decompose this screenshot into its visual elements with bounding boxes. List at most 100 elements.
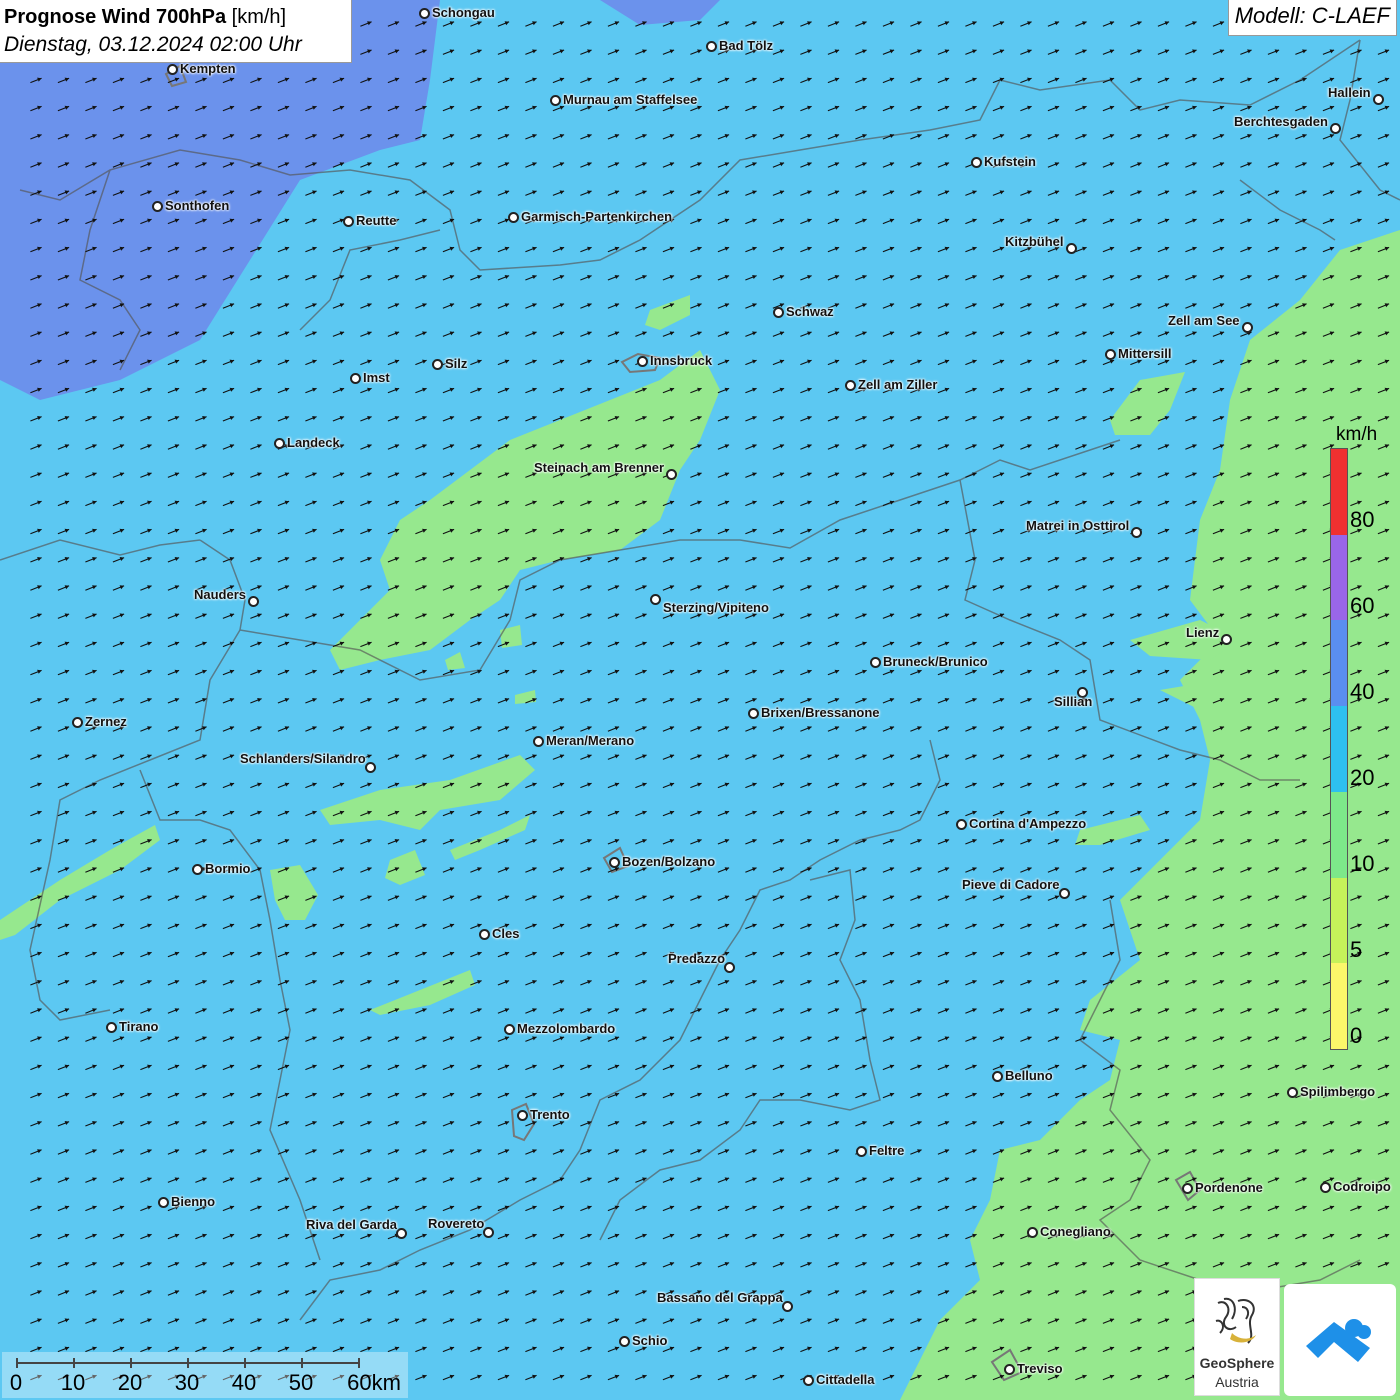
legend-tick-label: 10 <box>1350 851 1375 876</box>
city-label: Schlanders/Silandro <box>240 751 366 766</box>
scale-bar-label: 0 <box>9 1370 23 1395</box>
legend-tick-label: 0 <box>1350 1023 1363 1048</box>
city-dot <box>637 356 648 367</box>
legend-tick-label: 80 <box>1350 507 1375 532</box>
app-chevron-cloud-icon <box>1306 1319 1371 1362</box>
weather-app-logo[interactable] <box>1284 1284 1396 1396</box>
city-label: Sillian <box>1054 694 1093 709</box>
scale-bar-label: 30 <box>174 1370 200 1395</box>
scale-bar-label: 50 <box>288 1370 314 1395</box>
city-dot <box>106 1022 117 1033</box>
city-dot <box>1131 527 1142 538</box>
legend-tick-label: 60 <box>1350 593 1375 618</box>
city-dot <box>971 157 982 168</box>
city-dot <box>650 594 661 605</box>
city-dot <box>706 41 717 52</box>
city-dot <box>619 1336 630 1347</box>
city-dot <box>1221 634 1232 645</box>
legend-colorbar <box>1330 448 1348 1050</box>
city-label: Mittersill <box>1118 346 1172 361</box>
city-dot <box>158 1197 169 1208</box>
city-dot <box>724 962 735 973</box>
scale-bar-tick <box>187 1358 189 1368</box>
city-label: Steinach am Brenner <box>534 460 665 475</box>
legend-unit: km/h <box>1336 424 1378 445</box>
city-label: Sonthofen <box>165 198 230 213</box>
legend-segment <box>1331 449 1347 535</box>
forecast-title: Prognose Wind 700hPa [km/h] <box>4 3 347 31</box>
city-dot <box>550 95 561 106</box>
city-label: Cles <box>492 926 520 941</box>
city-label: Nauders <box>194 587 247 602</box>
city-label: Landeck <box>287 435 340 450</box>
city-dot <box>350 373 361 384</box>
city-label: Bienno <box>171 1194 216 1209</box>
scale-bar-tick <box>73 1358 75 1368</box>
city-label: Hallein <box>1328 85 1371 100</box>
forecast-datetime: Dienstag, 03.12.2024 02:00 Uhr <box>4 33 302 56</box>
city-label: Imst <box>363 370 390 385</box>
city-label: Mezzolombardo <box>517 1021 616 1036</box>
city-dot <box>504 1024 515 1035</box>
city-dot <box>533 736 544 747</box>
city-dot <box>274 438 285 449</box>
city-label: Lienz <box>1186 625 1220 640</box>
city-dot <box>956 819 967 830</box>
city-label: Zell am See <box>1168 313 1240 328</box>
city-dot <box>748 708 759 719</box>
city-dot <box>1059 888 1070 899</box>
city-dot <box>1105 349 1116 360</box>
city-dot <box>1287 1087 1298 1098</box>
city-label: Tirano <box>119 1019 159 1034</box>
city-label: Zernez <box>85 714 127 729</box>
city-label: Conegliano <box>1040 1224 1111 1239</box>
city-dot <box>365 762 376 773</box>
scale-bar-tick <box>130 1358 132 1368</box>
city-label: Belluno <box>1005 1068 1053 1083</box>
city-dot <box>856 1146 867 1157</box>
scale-bar-tick <box>358 1358 360 1368</box>
city-dot <box>803 1375 814 1386</box>
city-label: Pordenone <box>1195 1180 1263 1195</box>
city-label: Kempten <box>180 61 236 76</box>
city-dot <box>1027 1227 1038 1238</box>
geosphere-name: GeoSphere <box>1199 1355 1275 1371</box>
geosphere-logo[interactable]: GeoSphere Austria <box>1194 1278 1280 1396</box>
legend-segment <box>1331 791 1347 878</box>
city-label: Kitzbühel <box>1005 234 1064 249</box>
city-dot <box>396 1228 407 1239</box>
city-dot <box>343 216 354 227</box>
forecast-title-box: Prognose Wind 700hPa [km/h] Dienstag, 03… <box>0 0 352 63</box>
legend-segment <box>1331 620 1347 707</box>
city-dot <box>517 1110 528 1121</box>
city-dot <box>1004 1364 1015 1375</box>
scale-bar-tick <box>301 1358 303 1368</box>
scale-bar-tick <box>16 1358 18 1368</box>
city-label: Innsbruck <box>650 353 713 368</box>
legend-segment <box>1331 877 1347 964</box>
city-dot <box>782 1301 793 1312</box>
city-dot <box>432 359 443 370</box>
city-label: Bad Tölz <box>719 38 774 53</box>
city-label: Cittadella <box>816 1372 875 1387</box>
city-label: Trento <box>530 1107 570 1122</box>
city-label: Brixen/Bressanone <box>761 705 880 720</box>
forecast-title-unit: [km/h] <box>231 6 287 28</box>
scale-bar-label: 40 <box>231 1370 257 1395</box>
city-dot <box>666 469 677 480</box>
scale-bar: 0 10 20 30 40 50 60km <box>2 1352 408 1398</box>
city-label: Feltre <box>869 1143 905 1158</box>
city-label: Codroipo <box>1333 1179 1391 1194</box>
city-label: Schwaz <box>786 304 834 319</box>
city-dot <box>192 864 203 875</box>
city-label: Garmisch-Partenkirchen <box>521 209 673 224</box>
scale-bar-label: 10 <box>60 1370 86 1395</box>
city-label: Silz <box>445 356 468 371</box>
city-label: Bozen/Bolzano <box>622 854 716 869</box>
city-label: Kufstein <box>984 154 1036 169</box>
city-dot <box>1182 1183 1193 1194</box>
scale-bar-label: 60km <box>347 1370 401 1395</box>
scale-bar-label: 20 <box>117 1370 143 1395</box>
geosphere-sub: Austria <box>1215 1374 1259 1390</box>
city-label: Predazzo <box>668 951 726 966</box>
